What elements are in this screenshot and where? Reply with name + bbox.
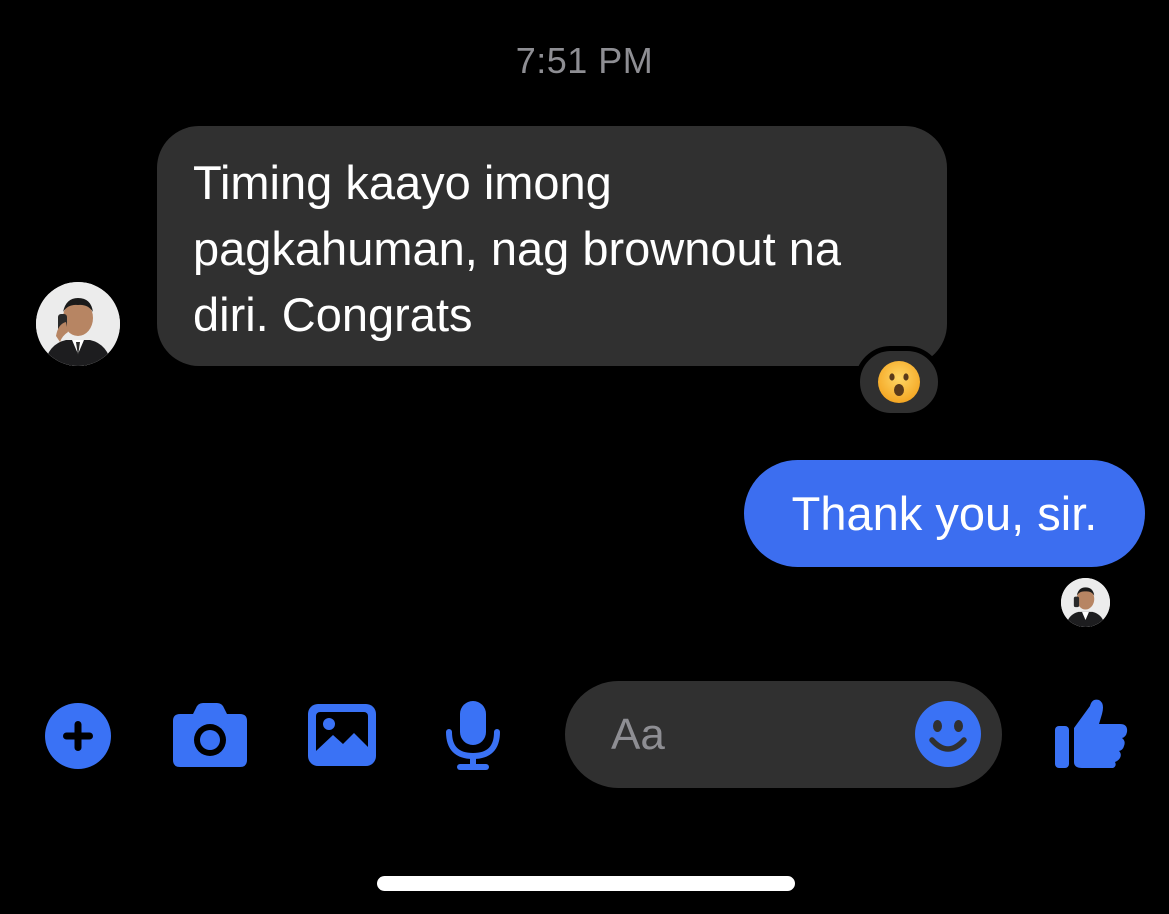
sender-avatar[interactable] [36, 282, 120, 366]
outgoing-message-text: Thank you, sir. [791, 487, 1098, 540]
home-indicator[interactable] [377, 876, 795, 891]
gallery-icon [308, 704, 376, 766]
message-input[interactable]: Aa [611, 681, 891, 788]
surprised-face-icon [878, 361, 920, 403]
person-photo-icon [1061, 578, 1110, 627]
message-reaction[interactable] [855, 346, 943, 418]
outgoing-message-bubble[interactable]: Thank you, sir. [744, 460, 1145, 567]
microphone-icon [446, 701, 500, 770]
camera-icon [173, 703, 247, 767]
gallery-button[interactable] [307, 703, 377, 767]
camera-button[interactable] [172, 702, 248, 768]
read-receipt-avatar [1061, 578, 1110, 627]
emoji-button[interactable] [914, 700, 982, 768]
message-composer[interactable]: Aa [565, 681, 1002, 788]
person-photo-icon [36, 282, 120, 366]
message-timestamp: 7:51 PM [515, 40, 654, 81]
microphone-button[interactable] [443, 700, 503, 772]
like-button[interactable] [1054, 696, 1130, 770]
incoming-message-text: Timing kaayo imong pagkahuman, nag brown… [193, 156, 842, 341]
thumbs-up-icon [1055, 699, 1128, 768]
incoming-message-bubble[interactable]: Timing kaayo imong pagkahuman, nag brown… [157, 126, 947, 366]
plus-icon [45, 703, 111, 769]
emoji-icon [915, 701, 981, 767]
add-button[interactable] [44, 702, 112, 770]
